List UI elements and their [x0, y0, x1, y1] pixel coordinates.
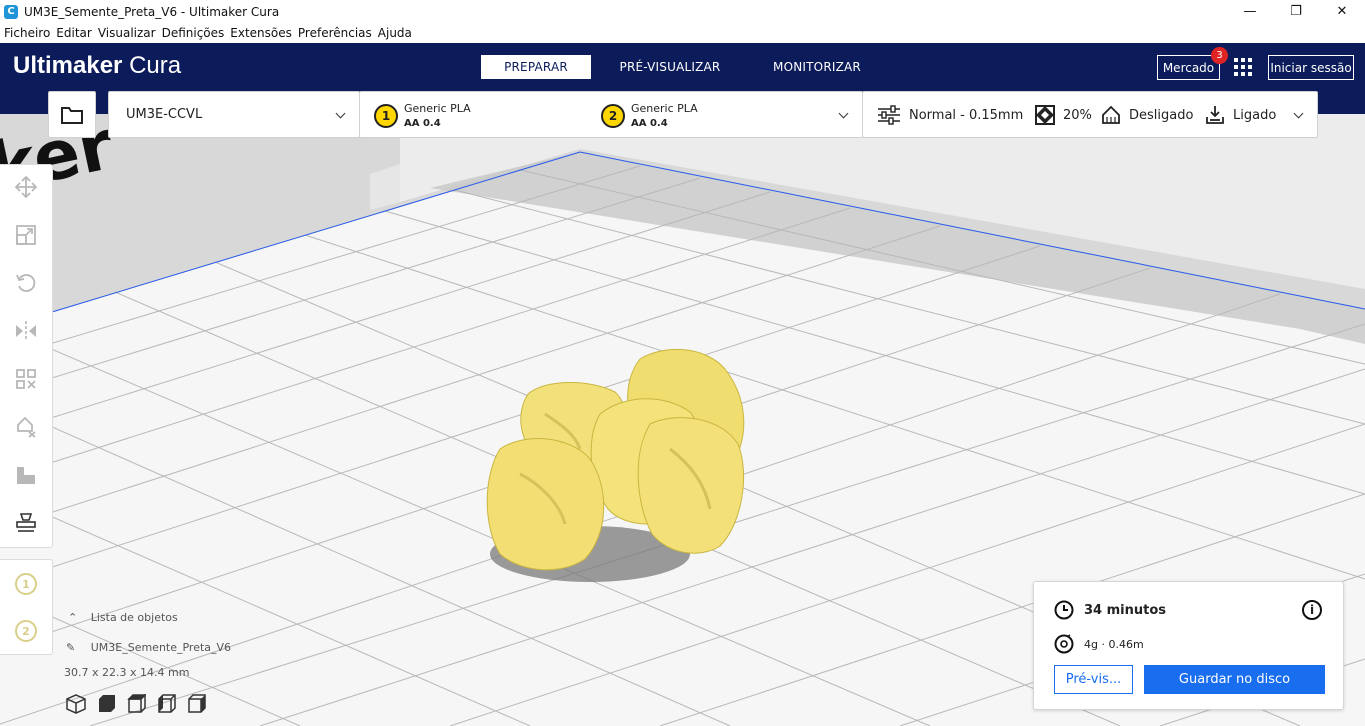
printer-selector[interactable]: UM3E-CCVL [108, 91, 360, 138]
close-button[interactable]: ✕ [1319, 0, 1365, 23]
adhesion-label: Ligado [1233, 107, 1277, 123]
sign-in-button[interactable]: Iniciar sessão [1268, 55, 1354, 80]
marketplace-badge: 3 [1211, 47, 1228, 64]
print-time-row: 34 minutos [1054, 600, 1166, 620]
clock-icon [1054, 600, 1074, 620]
open-file-button[interactable] [48, 91, 96, 138]
extruder-1-nozzle: AA 0.4 [404, 118, 441, 129]
front-view-icon[interactable] [94, 692, 118, 716]
chevron-up-icon: ⌃ [68, 611, 78, 624]
extruder-1-config: 1 Generic PLA AA 0.4 [374, 101, 471, 131]
tab-pre-visualizar[interactable]: PRÉ-VISUALIZAR [606, 55, 734, 79]
info-icon[interactable]: i [1302, 600, 1322, 620]
menu-ajuda[interactable]: Ajuda [375, 26, 415, 40]
move-tool-icon[interactable] [14, 175, 38, 199]
preview-button[interactable]: Pré-vis... [1054, 665, 1133, 694]
infill-setting: 20% [1035, 105, 1092, 125]
layer-view-icon[interactable] [14, 463, 38, 487]
material-usage: 4g · 0.46m [1084, 637, 1144, 651]
adhesion-setting: Ligado [1205, 105, 1276, 125]
tab-monitorizar[interactable]: MONITORIZAR [756, 55, 878, 79]
pencil-icon: ✎ [66, 641, 76, 654]
menu-bar: Ficheiro Editar Visualizar Definições Ex… [0, 23, 1365, 43]
support-icon [1102, 105, 1120, 124]
object-name-row[interactable]: ✎ UM3E_Semente_Preta_V6 [66, 641, 231, 654]
menu-visualizar[interactable]: Visualizar [95, 26, 159, 40]
material-selector[interactable]: 1 Generic PLA AA 0.4 2 Generic PLA AA 0.… [359, 91, 863, 138]
support-setting: Desligado [1101, 105, 1193, 125]
ultimaker-cura-logo: Ultimaker Cura [13, 52, 181, 80]
menu-preferencias[interactable]: Preferências [295, 26, 375, 40]
title-bar: C UM3E_Semente_Preta_V6 - Ultimaker Cura… [0, 0, 1365, 23]
build-plate-icon[interactable] [14, 511, 38, 535]
logo-light-text: Cura [129, 52, 182, 79]
logo-bold-text: Ultimaker [13, 52, 123, 79]
extruder-2-nozzle: AA 0.4 [631, 118, 668, 129]
menu-editar[interactable]: Editar [53, 26, 95, 40]
per-model-settings-icon[interactable] [14, 367, 38, 391]
infill-icon [1035, 105, 1055, 125]
object-dimensions: 30.7 x 22.3 x 14.4 mm [64, 666, 190, 679]
mirror-tool-icon[interactable] [14, 319, 38, 343]
marketplace-button[interactable]: Mercado [1157, 55, 1220, 80]
adhesion-icon [1206, 106, 1224, 124]
chevron-down-icon [335, 108, 346, 119]
window-title: UM3E_Semente_Preta_V6 - Ultimaker Cura [24, 4, 280, 19]
minimize-button[interactable]: — [1227, 0, 1273, 23]
printer-name: UM3E-CCVL [126, 107, 203, 122]
object-list-header: Lista de objetos [90, 611, 178, 624]
support-blocker-icon[interactable] [14, 415, 38, 439]
extruder-2-icon: 2 [601, 104, 625, 128]
save-to-disk-button[interactable]: Guardar no disco [1144, 665, 1325, 694]
3d-view-icon[interactable] [64, 692, 88, 716]
extruder-1-material: Generic PLA [404, 102, 471, 115]
print-time: 34 minutos [1084, 602, 1167, 618]
object-list-toggle[interactable]: ⌃ Lista de objetos [68, 611, 178, 624]
extruder-1-icon: 1 [374, 104, 398, 128]
folder-icon [61, 106, 83, 124]
menu-ficheiro[interactable]: Ficheiro [0, 26, 53, 40]
profile-label: Normal - 0.15mm [909, 107, 1024, 123]
tab-preparar[interactable]: PREPARAR [481, 55, 591, 79]
print-action-panel: 34 minutos i 4g · 0.46m Pré-vis... Guard… [1033, 581, 1344, 710]
extruder-selector-panel: 1 2 [0, 559, 53, 655]
applications-grid-icon[interactable] [1234, 58, 1252, 76]
tool-panel [0, 164, 53, 548]
menu-extensoes[interactable]: Extensões [227, 26, 295, 40]
right-view-icon[interactable] [184, 692, 208, 716]
profile-setting: Normal - 0.15mm [877, 105, 1023, 125]
scale-tool-icon[interactable] [14, 223, 38, 247]
extruder-2-button[interactable]: 2 [15, 620, 37, 642]
support-label: Desligado [1129, 107, 1194, 123]
rotate-tool-icon[interactable] [14, 271, 38, 295]
object-name: UM3E_Semente_Preta_V6 [90, 641, 232, 654]
cura-app-icon: C [4, 4, 18, 19]
extruder-2-config: 2 Generic PLA AA 0.4 [601, 101, 698, 131]
extruder-1-button[interactable]: 1 [15, 573, 37, 595]
infill-label: 20% [1063, 107, 1092, 123]
left-view-icon[interactable] [154, 692, 178, 716]
sliders-icon [878, 105, 900, 125]
chevron-down-icon [1293, 108, 1304, 119]
print-settings-selector[interactable]: Normal - 0.15mm 20% Desligado Ligado [862, 91, 1318, 138]
restore-button[interactable]: ❐ [1273, 0, 1319, 23]
top-view-icon[interactable] [124, 692, 148, 716]
view-orientation-buttons [64, 692, 214, 716]
spool-icon [1054, 634, 1074, 654]
chevron-down-icon [838, 108, 849, 119]
menu-definicoes[interactable]: Definições [159, 26, 228, 40]
material-usage-row: 4g · 0.46m [1054, 634, 1144, 654]
extruder-2-material: Generic PLA [631, 102, 698, 115]
